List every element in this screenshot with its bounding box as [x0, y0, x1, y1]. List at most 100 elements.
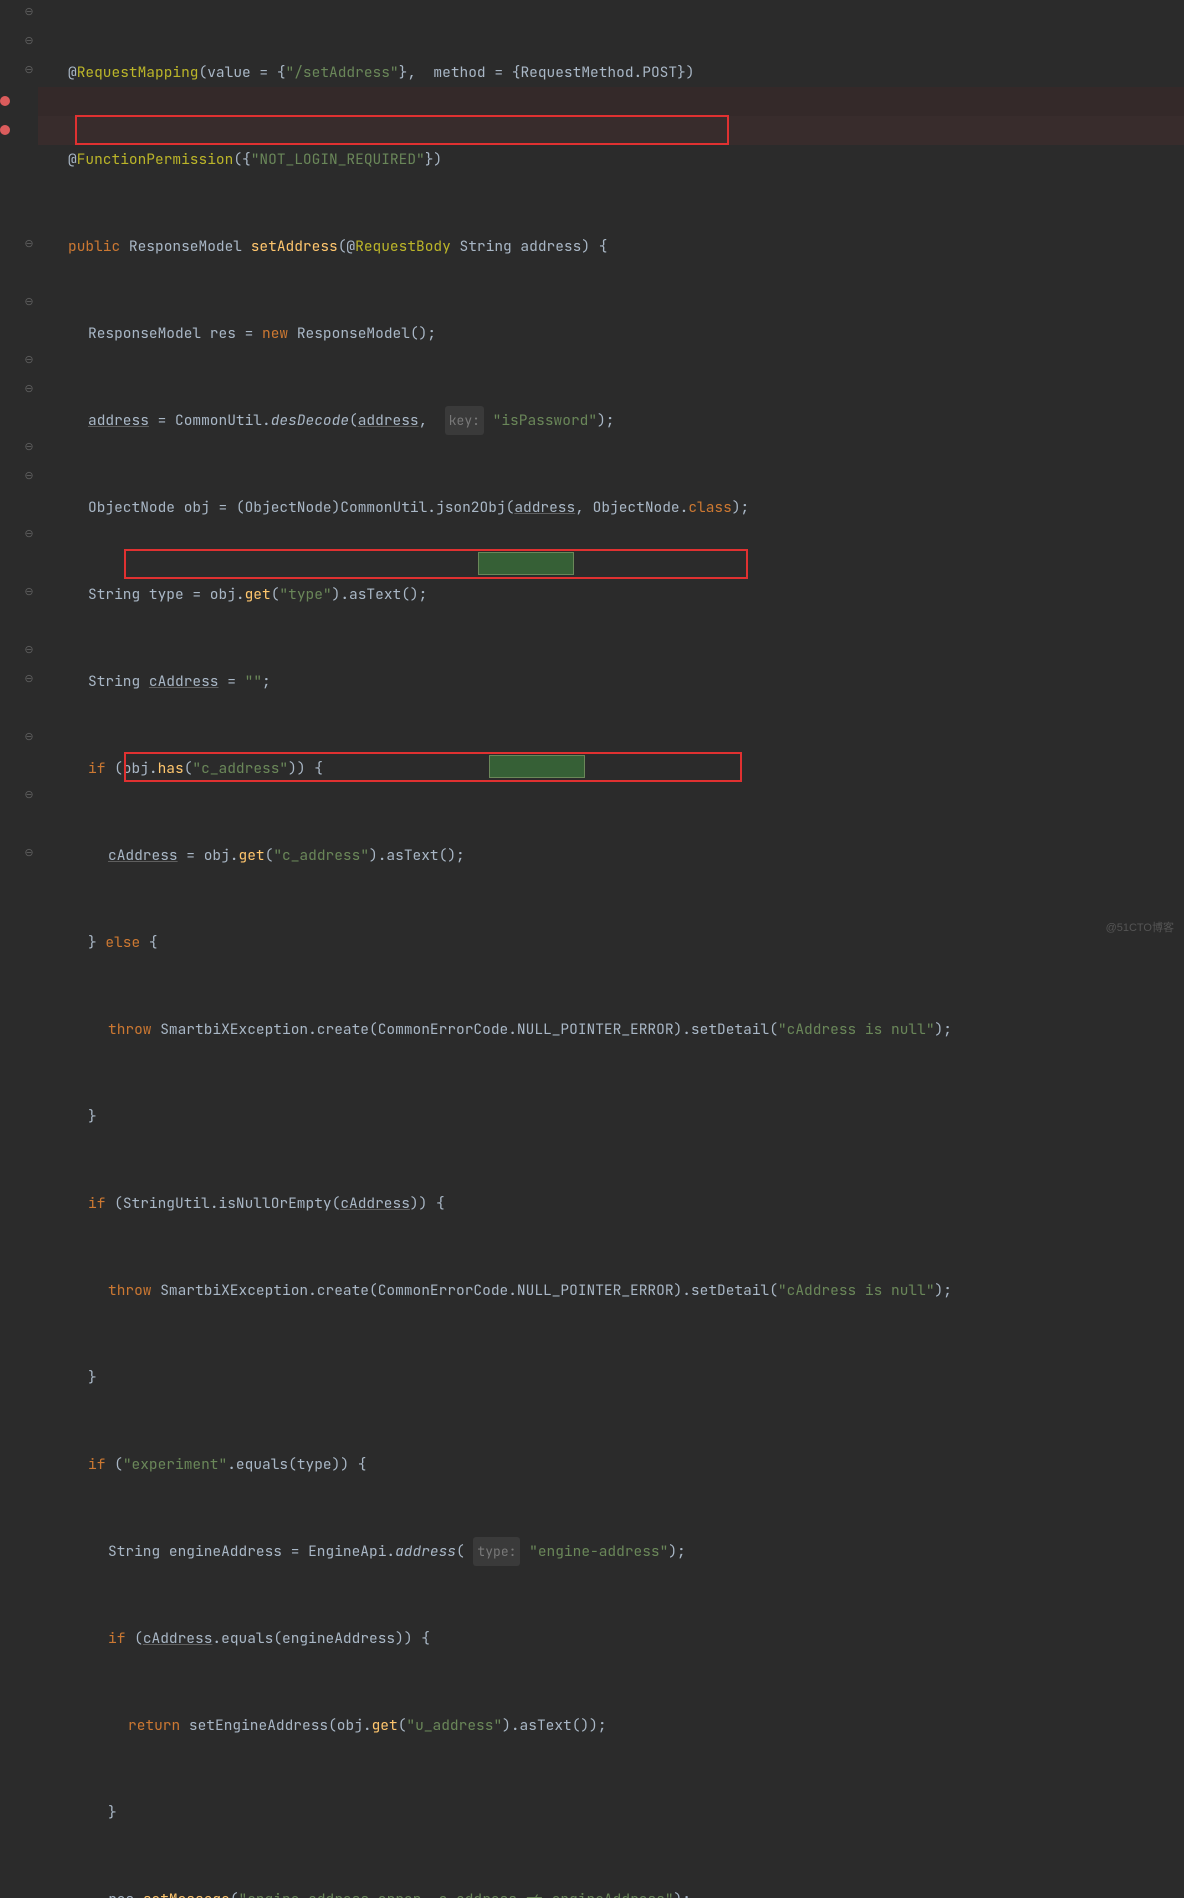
t: address [395, 1537, 456, 1566]
fold-icon[interactable]: ⊖ [23, 528, 35, 540]
t: "engine address error, c_address != engi… [239, 1885, 674, 1898]
t: "" [245, 667, 262, 696]
t: ( [265, 841, 274, 870]
t: res = [201, 319, 262, 348]
fold-icon[interactable]: ⊖ [23, 354, 35, 366]
fold-icon[interactable]: ⊖ [23, 35, 35, 47]
t: ( [125, 1624, 142, 1653]
code-line[interactable]: if ("experiment".equals(type)) { [38, 1450, 952, 1479]
fold-icon[interactable]: ⊖ [23, 383, 35, 395]
code-line[interactable]: throw SmartbiXException.create(CommonErr… [38, 1015, 952, 1044]
t: CommonErrorCode [378, 1015, 509, 1044]
t: throw [108, 1276, 152, 1305]
t: cAddress [340, 1189, 410, 1218]
t: ( [456, 1537, 473, 1566]
t: ObjectNode [593, 493, 680, 522]
t: cAddress [149, 667, 219, 696]
t: obj = ( [175, 493, 245, 522]
t: { [140, 928, 157, 957]
code-line[interactable]: cAddress = obj.get("c_address").asText()… [38, 841, 952, 870]
t: setMessage [143, 1885, 230, 1898]
t: @ [68, 58, 77, 87]
t: ); [674, 1885, 691, 1898]
t: }) [425, 145, 442, 174]
t: @ [68, 145, 77, 174]
code-line[interactable]: String engineAddress = EngineApi.address… [38, 1537, 952, 1566]
fold-icon[interactable]: ⊖ [23, 644, 35, 656]
code-area[interactable]: @RequestMapping(value = {"/setAddress"},… [38, 0, 952, 949]
code-line[interactable]: res.setMessage("engine address error, c_… [38, 1885, 952, 1898]
code-line[interactable]: return setEngineAddress(obj.get("u_addre… [38, 1711, 952, 1740]
breakpoint-icon[interactable] [0, 96, 10, 106]
t: , [575, 493, 592, 522]
code-line[interactable]: } [38, 1102, 952, 1131]
code-line[interactable]: String type = obj.get("type").asText(); [38, 580, 952, 609]
code-line[interactable]: public ResponseModel setAddress(@Request… [38, 232, 952, 261]
watermark: @51CTO博客 [1106, 914, 1174, 943]
t: RequestBody [355, 232, 451, 261]
code-line[interactable]: ResponseModel res = new ResponseModel(); [38, 319, 952, 348]
t: )CommonUtil.json2Obj( [332, 493, 515, 522]
t: ResponseModel [88, 319, 201, 348]
t: ); [935, 1276, 952, 1305]
code-editor[interactable]: ⊖ ⊖ ⊖ ⊖ ⊖ ⊖ ⊖ ⊖ ⊖ ⊖ ⊖ ⊖ ⊖ ⊖ ⊖ ⊖ @Request… [0, 0, 1184, 949]
t: , [419, 406, 445, 435]
t: .create( [308, 1015, 378, 1044]
t: res. [108, 1885, 143, 1898]
breakpoint-icon[interactable] [0, 125, 10, 135]
t: get [245, 580, 271, 609]
t: cAddress [108, 841, 178, 870]
fold-icon[interactable]: ⊖ [23, 238, 35, 250]
t: .NULL_POINTER_ERROR).setDetail( [508, 1015, 778, 1044]
t: "NOT_LOGIN_REQUIRED" [251, 145, 425, 174]
t: .isNullOrEmpty( [210, 1189, 341, 1218]
code-line[interactable]: if (obj.has("c_address")) { [38, 754, 952, 783]
t: ); [935, 1015, 952, 1044]
t: .equals(type)) { [227, 1450, 366, 1479]
t: address [514, 493, 575, 522]
code-line[interactable]: } [38, 1798, 952, 1827]
code-line[interactable]: ObjectNode obj = (ObjectNode)CommonUtil.… [38, 493, 952, 522]
t: } [88, 928, 105, 957]
gutter: ⊖ ⊖ ⊖ ⊖ ⊖ ⊖ ⊖ ⊖ ⊖ ⊖ ⊖ ⊖ ⊖ ⊖ ⊖ ⊖ [0, 0, 38, 949]
fold-icon[interactable]: ⊖ [23, 470, 35, 482]
code-line[interactable]: throw SmartbiXException.create(CommonErr… [38, 1276, 952, 1305]
t: RequestMapping [77, 58, 199, 87]
t: ); [668, 1537, 685, 1566]
param-hint: key: [445, 406, 484, 435]
code-line[interactable]: if (cAddress.equals(engineAddress)) { [38, 1624, 952, 1653]
t: } [108, 1798, 117, 1827]
t: has [158, 754, 184, 783]
t: if [88, 1189, 105, 1218]
code-line[interactable]: @FunctionPermission({"NOT_LOGIN_REQUIRED… [38, 145, 952, 174]
code-line[interactable]: } [38, 1363, 952, 1392]
code-line[interactable]: address = CommonUtil.desDecode(address, … [38, 406, 952, 435]
t: if [88, 754, 105, 783]
fold-icon[interactable]: ⊖ [23, 64, 35, 76]
code-line[interactable]: if (StringUtil.isNullOrEmpty(cAddress)) … [38, 1189, 952, 1218]
fold-icon[interactable]: ⊖ [23, 586, 35, 598]
t: "c_address" [192, 754, 288, 783]
t: setAddress [251, 232, 338, 261]
fold-icon[interactable]: ⊖ [23, 731, 35, 743]
t: return [128, 1711, 180, 1740]
code-line[interactable]: } else { [38, 928, 952, 957]
t: ( [338, 232, 347, 261]
t: address [88, 406, 149, 435]
code-line[interactable]: String cAddress = ""; [38, 667, 952, 696]
fold-icon[interactable]: ⊖ [23, 673, 35, 685]
fold-icon[interactable]: ⊖ [23, 789, 35, 801]
fold-icon[interactable]: ⊖ [23, 6, 35, 18]
t: "engine-address" [520, 1537, 668, 1566]
code-line[interactable]: @RequestMapping(value = {"/setAddress"},… [38, 58, 952, 87]
fold-icon[interactable]: ⊖ [23, 441, 35, 453]
t: ({ [233, 145, 250, 174]
fold-icon[interactable]: ⊖ [23, 296, 35, 308]
t: ( [105, 1450, 122, 1479]
t: new [262, 319, 288, 348]
t: ( [271, 580, 280, 609]
t: (obj. [105, 754, 157, 783]
t: " [406, 1711, 415, 1740]
t: get [372, 1711, 398, 1740]
fold-icon[interactable]: ⊖ [23, 847, 35, 859]
